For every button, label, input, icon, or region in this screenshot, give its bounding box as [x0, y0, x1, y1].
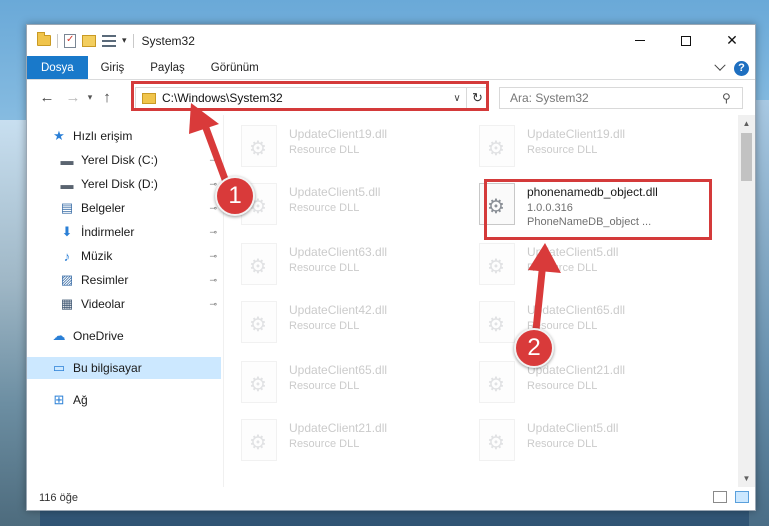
step-1-badge: 1 [215, 176, 255, 216]
arrow-2 [528, 243, 561, 334]
annotation-arrows [189, 103, 561, 334]
step-2-badge: 2 [514, 328, 554, 368]
arrow-1 [189, 103, 233, 194]
